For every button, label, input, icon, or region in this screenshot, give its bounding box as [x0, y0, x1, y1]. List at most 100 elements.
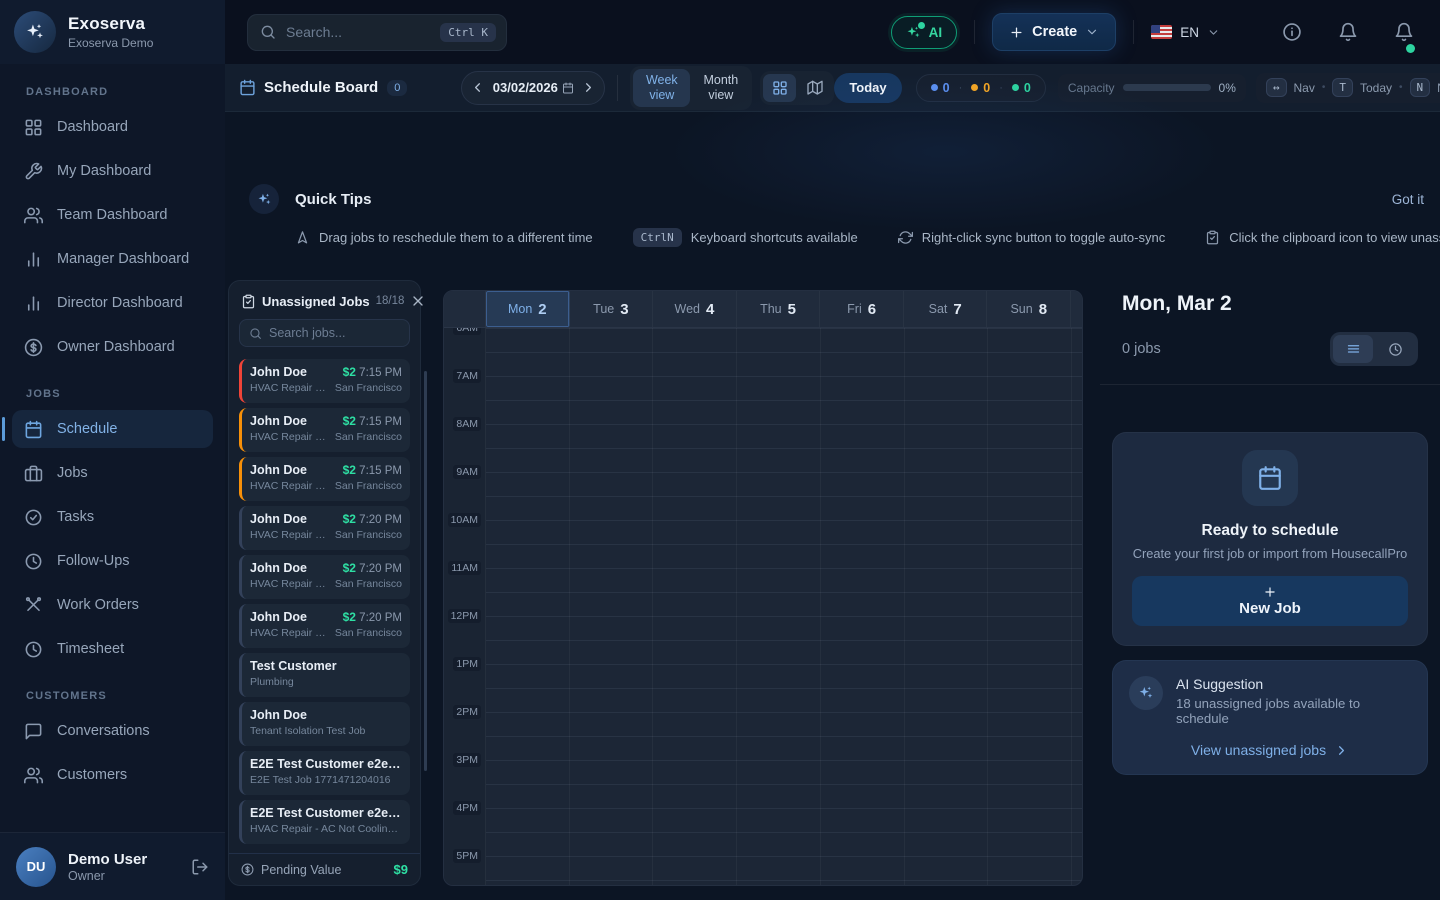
sidebar-item-manager-dashboard[interactable]: Manager Dashboard [12, 240, 213, 278]
calendar-column[interactable] [905, 328, 989, 885]
user-name: Demo User [68, 851, 147, 868]
close-icon[interactable] [410, 293, 426, 309]
month-view-button[interactable]: Month view [692, 69, 749, 107]
calendar-day-thu[interactable]: Thu5 [737, 291, 821, 327]
calendar-day-tue[interactable]: Tue3 [570, 291, 654, 327]
language-selector[interactable]: EN [1151, 25, 1220, 40]
calendar-columns [486, 328, 1082, 885]
job-price: $2 [343, 610, 356, 624]
week-view-button[interactable]: Week view [633, 69, 690, 107]
plus-icon [1263, 585, 1277, 599]
quick-tips-header: Quick Tips Got it [249, 184, 1424, 214]
sidebar-item-schedule[interactable]: Schedule [12, 410, 213, 448]
calendar-day-mon[interactable]: Mon2 [486, 291, 570, 327]
job-card[interactable]: E2E Test Customer e2e-cust-17714...E2E T… [239, 751, 410, 795]
board-title: Schedule Board [264, 79, 378, 96]
online-status-dot [1406, 44, 1415, 53]
create-button[interactable]: Create [992, 13, 1116, 51]
job-card[interactable]: John Doe$2 7:15 PMHVAC Repair 1771470957… [239, 457, 410, 501]
calendar-column-stub [1072, 328, 1082, 885]
sidebar-item-customers[interactable]: Customers [12, 756, 213, 794]
today-button[interactable]: Today [834, 73, 901, 103]
calendar-icon [24, 420, 43, 439]
calendar-day-wed[interactable]: Wed4 [653, 291, 737, 327]
unassigned-jobs-panel: Unassigned Jobs 18/18 Search jobs... Joh… [228, 280, 421, 886]
sidebar-item-director-dashboard[interactable]: Director Dashboard [12, 284, 213, 322]
sidebar: Exoserva Exoserva Demo DASHBOARDDashboar… [0, 0, 225, 900]
nav-section-title: CUSTOMERS [26, 690, 213, 702]
brand[interactable]: Exoserva Exoserva Demo [0, 0, 225, 64]
info-icon[interactable] [1282, 22, 1302, 42]
calendar-column[interactable] [570, 328, 654, 885]
grid-view-button[interactable] [763, 74, 796, 102]
view-unassigned-jobs-link[interactable]: View unassigned jobs [1129, 742, 1411, 758]
alerts-bell-icon[interactable] [1394, 22, 1414, 42]
job-price: $2 [343, 561, 356, 575]
day-name: Sun [1010, 302, 1032, 316]
day-name: Wed [675, 302, 700, 316]
logout-icon[interactable] [191, 858, 209, 876]
calendar-column[interactable] [988, 328, 1072, 885]
divider [1133, 20, 1134, 44]
job-card-row2: HVAC Repair 1771470957...San Francisco [250, 480, 402, 492]
sidebar-item-my-dashboard[interactable]: My Dashboard [12, 152, 213, 190]
ai-button[interactable]: AI [891, 16, 958, 49]
timeline-view-button[interactable] [1375, 335, 1415, 363]
jobs-search-input[interactable]: Search jobs... [239, 319, 410, 347]
got-it-button[interactable]: Got it [1392, 192, 1424, 207]
job-card[interactable]: John Doe$2 7:20 PMHVAC Repair 1771471206… [239, 604, 410, 648]
new-job-button[interactable]: New Job [1132, 576, 1408, 626]
job-customer-name: E2E Test Customer e2e-cust-17714... [250, 806, 402, 820]
grid-icon [772, 80, 788, 96]
status-legend: 0·0·0 [916, 74, 1046, 102]
quick-tip-text: Drag jobs to reschedule them to a differ… [319, 230, 593, 245]
user-footer[interactable]: DU Demo User Owner [0, 832, 225, 900]
search-input[interactable]: Search... Ctrl K [247, 14, 507, 51]
job-card[interactable]: John Doe$2 7:20 PMHVAC Repair 1771471206… [239, 555, 410, 599]
plus-icon [1009, 25, 1024, 40]
sidebar-item-dashboard[interactable]: Dashboard [12, 108, 213, 146]
sidebar-item-jobs[interactable]: Jobs [12, 454, 213, 492]
ready-card-title: Ready to schedule [1132, 522, 1408, 540]
job-card[interactable]: John Doe$2 7:15 PMHVAC Repair 1771470957… [239, 359, 410, 403]
notifications-bell-icon[interactable] [1338, 22, 1358, 42]
job-card[interactable]: Test CustomerPlumbing [239, 653, 410, 697]
sidebar-item-work-orders[interactable]: Work Orders [12, 586, 213, 624]
calendar-column[interactable] [486, 328, 570, 885]
job-customer-name: John Doe [250, 512, 337, 526]
list-view-button[interactable] [1333, 335, 1373, 363]
sidebar-item-label: Customers [57, 767, 127, 783]
sidebar-item-label: Work Orders [57, 597, 139, 613]
next-date-button[interactable] [581, 80, 596, 95]
sidebar-item-follow-ups[interactable]: Follow-Ups [12, 542, 213, 580]
sidebar-item-conversations[interactable]: Conversations [12, 712, 213, 750]
job-description: Tenant Isolation Test Job [250, 725, 402, 737]
sidebar-item-owner-dashboard[interactable]: Owner Dashboard [12, 328, 213, 366]
calendar-mini-icon [562, 82, 574, 94]
calendar-column[interactable] [821, 328, 905, 885]
sidebar-item-team-dashboard[interactable]: Team Dashboard [12, 196, 213, 234]
unassigned-jobs-count: 18/18 [376, 295, 405, 307]
job-card-row2: HVAC Repair 1771470957...San Francisco [250, 431, 402, 443]
date-picker[interactable]: 03/02/2026 [485, 80, 581, 95]
calendar-day-sun[interactable]: Sun8 [987, 291, 1071, 327]
prev-date-button[interactable] [470, 80, 485, 95]
calendar-day-sat[interactable]: Sat7 [904, 291, 988, 327]
calendar-column[interactable] [653, 328, 737, 885]
sparkles-icon [25, 22, 45, 42]
sidebar-item-timesheet[interactable]: Timesheet [12, 630, 213, 668]
ai-card-header: AI Suggestion 18 unassigned jobs availab… [1129, 676, 1411, 726]
job-card[interactable]: John Doe$2 7:15 PMHVAC Repair 1771470957… [239, 408, 410, 452]
job-card[interactable]: John Doe$2 7:20 PMHVAC Repair 1771471205… [239, 506, 410, 550]
calendar-day-fri[interactable]: Fri6 [820, 291, 904, 327]
job-card-row2: HVAC Repair - AC Not Cooling - e2e-cy... [250, 823, 402, 835]
map-view-button[interactable] [798, 74, 831, 102]
job-card[interactable]: E2E Test Customer e2e-cust-17714... HVAC … [239, 800, 410, 844]
job-description: E2E Test Job 1771471204016 [250, 774, 402, 786]
job-card[interactable]: John DoeTenant Isolation Test Job [239, 702, 410, 746]
calendar-column[interactable] [737, 328, 821, 885]
legend-dot [971, 84, 978, 91]
panel-scrollbar[interactable] [424, 371, 427, 771]
sidebar-item-tasks[interactable]: Tasks [12, 498, 213, 536]
job-price: $2 [343, 463, 356, 477]
